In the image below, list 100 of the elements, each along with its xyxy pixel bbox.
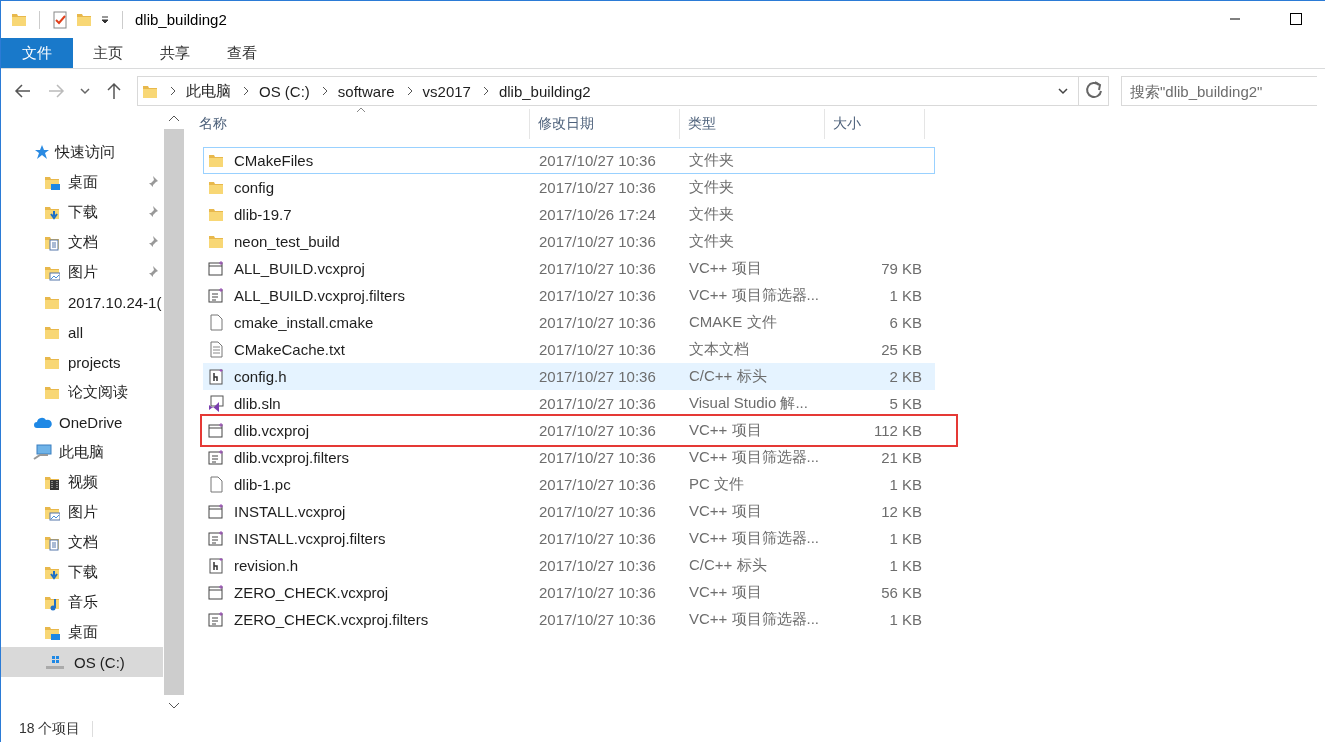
properties-icon[interactable]	[52, 10, 68, 29]
date-cell-text: 2017/10/27 10:36	[538, 530, 657, 547]
type-cell-text: PC 文件	[688, 475, 745, 494]
folder-icon	[208, 206, 224, 223]
project-file-icon	[208, 260, 224, 277]
file-row[interactable]: config.h 2017/10/27 10:36 C/C++ 标头 2 KB	[203, 363, 935, 390]
file-name: neon_test_build	[234, 233, 340, 250]
address-bar[interactable]: 此电脑 OS (C:) software vs2017 dlib_building2	[137, 76, 1079, 106]
breadcrumb[interactable]: OS (C:)	[259, 82, 310, 100]
sidebar-item[interactable]: 文档	[1, 227, 163, 257]
date-cell-text: 2017/10/27 10:36	[538, 260, 657, 277]
column-header[interactable]: 大小	[825, 109, 925, 139]
date-cell-text: 2017/10/27 10:36	[538, 314, 657, 331]
type-cell-text: C/C++ 标头	[688, 367, 768, 386]
sidebar-item[interactable]: 文档	[1, 527, 163, 557]
chevron-right-icon	[481, 86, 490, 96]
folder-icon	[208, 233, 224, 250]
type-cell-text: VC++ 项目筛选器...	[688, 610, 821, 629]
file-row[interactable]: ALL_BUILD.vcxproj 2017/10/27 10:36 VC++ 项目 79 KB	[203, 255, 935, 282]
file-row[interactable]: dlib-19.7 2017/10/26 17:24 文件夹	[203, 201, 935, 228]
date-cell-text: 2017/10/27 10:36	[538, 287, 657, 304]
type-cell-text: 文本文档	[688, 340, 750, 359]
sidebar-item[interactable]: 桌面	[1, 167, 163, 197]
folder-icon	[208, 179, 224, 196]
file-row[interactable]: ZERO_CHECK.vcxproj 2017/10/27 10:36 VC++ 项目 56 KB	[203, 579, 935, 606]
file-name: CMakeCache.txt	[234, 341, 345, 358]
breadcrumb[interactable]: software	[337, 82, 395, 100]
solution-file-icon	[208, 395, 224, 412]
sidebar-item[interactable]: 2017.10.24-1(	[1, 287, 163, 317]
file-row[interactable]: dlib.sln 2017/10/27 10:36 Visual Studio 解... 5 KB	[203, 390, 935, 417]
file-row[interactable]: INSTALL.vcxproj 2017/10/27 10:36 VC++ 项目 12 KB	[203, 498, 935, 525]
file-row[interactable]: dlib.vcxproj 2017/10/27 10:36 VC++ 项目 112 KB	[203, 417, 955, 444]
date-cell-text: 2017/10/27 10:36	[538, 368, 657, 385]
sidebar-item[interactable]: 此电脑	[1, 437, 163, 467]
date-cell-text: 2017/10/27 10:36	[538, 449, 657, 466]
sidebar-item[interactable]: OS (C:)	[1, 647, 163, 677]
date-cell-text: 2017/10/27 10:36	[538, 395, 657, 412]
file-row[interactable]: ALL_BUILD.vcxproj.filters 2017/10/27 10:36 VC++ 项目筛选器... 1 KB	[203, 282, 935, 309]
file-name: config.h	[234, 368, 287, 385]
file-name: dlib.vcxproj	[234, 422, 310, 439]
size-cell: 6 KB	[889, 314, 922, 331]
sidebar-item[interactable]: 下载	[1, 557, 163, 587]
dropdown-icon[interactable]	[100, 14, 110, 25]
size-cell: 1 KB	[889, 530, 922, 547]
breadcrumb[interactable]: dlib_building2	[498, 82, 591, 100]
project-file-icon	[208, 584, 224, 601]
star-icon	[33, 144, 49, 160]
file-row[interactable]: CMakeCache.txt 2017/10/27 10:36 文本文档 25 KB	[203, 336, 935, 363]
ribbon-tab[interactable]: 主页	[73, 38, 140, 68]
file-name: dlib.vcxproj.filters	[234, 449, 350, 466]
sidebar-item[interactable]: projects	[1, 347, 163, 377]
type-cell-text: VC++ 项目筛选器...	[688, 448, 821, 467]
breadcrumb[interactable]: 此电脑	[186, 81, 231, 101]
chevron-right-icon	[169, 86, 177, 96]
column-header[interactable]: 名称	[191, 109, 530, 139]
file-row[interactable]: CMakeFiles 2017/10/27 10:36 文件夹	[203, 147, 935, 174]
file-row[interactable]: cmake_install.cmake 2017/10/27 10:36 CMAKE 文件 6 KB	[203, 309, 935, 336]
cloud-icon	[33, 415, 53, 429]
type-cell-text: VC++ 项目	[688, 259, 763, 278]
sidebar-item[interactable]: OneDrive	[1, 407, 163, 437]
type-cell-text: 文件夹	[688, 151, 735, 170]
size-cell: 56 KB	[881, 584, 922, 601]
scroll-up-icon	[168, 114, 180, 122]
file-row[interactable]: dlib.vcxproj.filters 2017/10/27 10:36 VC++ 项目筛选器... 21 KB	[203, 444, 935, 471]
file-row[interactable]: neon_test_build 2017/10/27 10:36 文件夹	[203, 228, 935, 255]
filter-file-icon	[208, 611, 224, 628]
file-row[interactable]: dlib-1.pc 2017/10/27 10:36 PC 文件 1 KB	[203, 471, 935, 498]
size-cell: 1 KB	[889, 476, 922, 493]
type-cell-text: CMAKE 文件	[688, 313, 778, 332]
search-field[interactable]: 搜索"dlib_building2"	[1121, 76, 1317, 106]
sidebar-item[interactable]: 音乐	[1, 587, 163, 617]
date-cell-text: 2017/10/27 10:36	[538, 557, 657, 574]
refresh-icon[interactable]	[1079, 76, 1109, 106]
chevron-right-icon	[242, 86, 250, 96]
project-file-icon	[208, 422, 224, 439]
filter-file-icon	[208, 449, 224, 466]
sidebar-item[interactable]: 图片	[1, 497, 163, 527]
file-row[interactable]: revision.h 2017/10/27 10:36 C/C++ 标头 1 KB	[203, 552, 935, 579]
ribbon-tab[interactable]: 共享	[140, 38, 207, 68]
breadcrumb[interactable]: vs2017	[422, 82, 471, 100]
column-header[interactable]: 类型	[680, 109, 825, 139]
size-cell: 79 KB	[881, 260, 922, 277]
file-row[interactable]: ZERO_CHECK.vcxproj.filters 2017/10/27 10:36 VC++ 项目筛选器... 1 KB	[203, 606, 935, 633]
column-header[interactable]: 修改日期	[530, 109, 680, 139]
sidebar-item[interactable]: 快速访问	[1, 137, 163, 167]
sidebar-item[interactable]: 论文阅读	[1, 377, 163, 407]
type-cell-text: VC++ 项目	[688, 502, 763, 521]
sidebar-item[interactable]: 桌面	[1, 617, 163, 647]
file-name: CMakeFiles	[234, 152, 314, 169]
file-name: INSTALL.vcxproj.filters	[234, 530, 386, 547]
sidebar-item[interactable]: 下载	[1, 197, 163, 227]
sidebar-item[interactable]: all	[1, 317, 163, 347]
ribbon-tab[interactable]: 查看	[207, 38, 274, 68]
sidebar-item[interactable]: 图片	[1, 257, 163, 287]
sidebar-item[interactable]: 视频	[1, 467, 163, 497]
header-file-icon	[208, 557, 224, 574]
ribbon-tab[interactable]: 文件	[1, 38, 73, 68]
file-row[interactable]: INSTALL.vcxproj.filters 2017/10/27 10:36 VC++ 项目筛选器... 1 KB	[203, 525, 935, 552]
file-row[interactable]: config 2017/10/27 10:36 文件夹	[203, 174, 935, 201]
date-cell-text: 2017/10/27 10:36	[538, 179, 657, 196]
